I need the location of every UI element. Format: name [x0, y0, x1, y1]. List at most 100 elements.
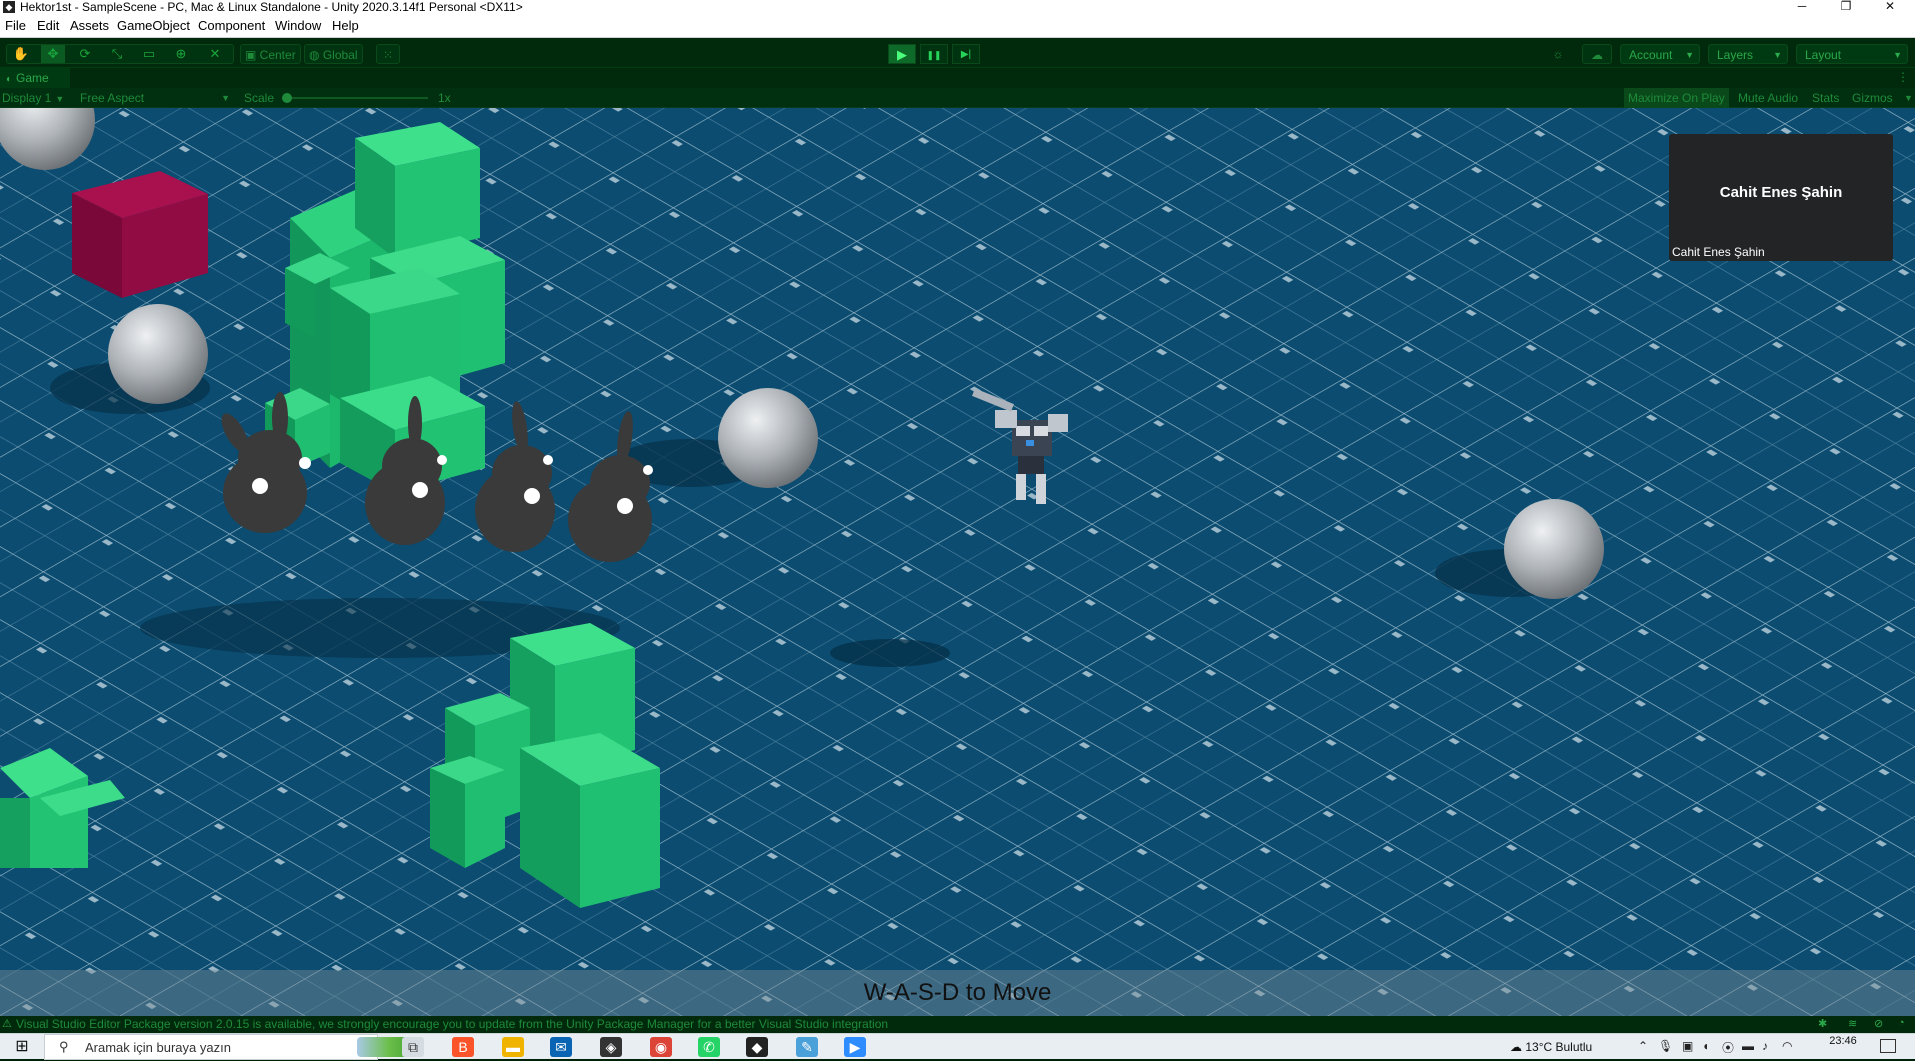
gizmos-toggle[interactable]: Gizmos — [1848, 88, 1897, 108]
scale-icon: ⤡ — [111, 46, 123, 61]
console-status-bar[interactable]: ⚠ Visual Studio Editor Package version 2… — [0, 1016, 1915, 1033]
transform-icon: ⊕ — [175, 46, 187, 61]
maximize-on-play-toggle[interactable]: Maximize On Play — [1624, 88, 1729, 108]
tab-game[interactable]: ◐ Game — [0, 68, 70, 88]
scale-tool-button[interactable]: ⤡ — [105, 45, 129, 63]
unity-icon[interactable]: ◆ — [746, 1037, 768, 1057]
scale-value: 1x — [438, 91, 451, 105]
chrome-icon[interactable]: ◉ — [650, 1037, 672, 1057]
chevron-down-icon: ▼ — [1685, 50, 1694, 60]
game-viewport[interactable]: Cahit Enes Şahin Cahit Enes Şahin W-A-S-… — [0, 108, 1915, 1016]
chevron-down-icon: ▼ — [221, 93, 230, 103]
mail-icon[interactable]: ✉ — [550, 1037, 572, 1057]
paint-icon[interactable]: ✎ — [796, 1037, 818, 1057]
search-icon: ⚲ — [59, 1039, 69, 1054]
headset-icon[interactable]: ◖ — [1702, 1039, 1709, 1053]
menu-gameobject[interactable]: GameObject — [117, 14, 190, 38]
bug-icon[interactable]: ✱ — [1818, 1017, 1827, 1030]
title-bar: ◆ Hektor1st - SampleScene - PC, Mac & Li… — [0, 0, 1915, 14]
scale-slider-track[interactable] — [286, 97, 428, 99]
microphone-icon[interactable]: 🎙 — [1658, 1039, 1673, 1053]
menu-file[interactable]: File — [5, 14, 26, 38]
menu-edit[interactable]: Edit — [37, 14, 59, 38]
unity-hub-icon[interactable]: ◈ — [600, 1037, 622, 1057]
maximize-button[interactable]: ❐ — [1824, 0, 1868, 14]
brave-icon[interactable]: B — [452, 1037, 474, 1057]
grid-snap-icon: ⁙ — [382, 48, 394, 62]
move-tool-button[interactable]: ✥ — [41, 45, 65, 63]
record-icon[interactable]: ⦿ — [1722, 1039, 1734, 1056]
pivot-mode-button[interactable]: ▣ Center — [240, 44, 301, 64]
tab-game-label: Game — [16, 71, 49, 85]
whatsapp-icon[interactable]: ✆ — [698, 1037, 720, 1057]
layers-dropdown[interactable]: Layers ▼ — [1708, 44, 1788, 64]
chevron-down-icon: ▼ — [55, 94, 65, 104]
sphere — [718, 388, 818, 488]
weather-widget[interactable]: ☁ 13°C Bulutlu — [1510, 1034, 1592, 1060]
chevron-up-icon[interactable]: ⌃ — [1638, 1039, 1648, 1053]
play-button[interactable]: ▶ — [888, 44, 916, 64]
progress-icon[interactable]: ◔ — [1898, 1017, 1905, 1029]
globe-icon: ◍ — [309, 48, 323, 62]
layers-label: Layers — [1717, 48, 1754, 62]
scale-slider-thumb[interactable] — [282, 93, 292, 103]
minimize-button[interactable]: ─ — [1780, 0, 1824, 14]
pause-icon: ❚❚ — [926, 50, 942, 60]
game-scene — [0, 108, 1915, 1016]
collab-button[interactable]: ☁ — [1582, 44, 1612, 64]
aspect-label: Free Aspect — [80, 91, 145, 105]
system-clock[interactable]: 23:46 — [1815, 1034, 1871, 1048]
pause-button[interactable]: ❚❚ — [920, 44, 948, 64]
grid-snap-button[interactable]: ⁙ — [376, 44, 400, 64]
notification-icon[interactable] — [1880, 1039, 1896, 1053]
game-view-controls: Display 1 ▼ Free Aspect ▼ Scale 1x Maximiz… — [0, 88, 1915, 108]
taskbar-search[interactable]: ⚲ Aramak için buraya yazın — [44, 1034, 421, 1060]
layout-dropdown[interactable]: Layout ▼ — [1796, 44, 1908, 64]
participant-label: Cahit Enes Şahin — [1672, 245, 1765, 259]
pivot-rotation-button[interactable]: ◍ Global — [304, 44, 363, 64]
menu-help[interactable]: Help — [332, 14, 359, 38]
volume-icon[interactable]: ♪ — [1762, 1039, 1768, 1053]
mute-audio-toggle[interactable]: Mute Audio — [1734, 88, 1802, 108]
menu-assets[interactable]: Assets — [70, 14, 109, 38]
aspect-dropdown[interactable]: Free Aspect ▼ — [80, 88, 230, 108]
transform-tool-button[interactable]: ⊕ — [169, 45, 193, 63]
scale-label: Scale — [244, 91, 275, 105]
layers-icon[interactable]: ≋ — [1848, 1017, 1857, 1030]
display-dropdown[interactable]: Display 1 ▼ — [2, 88, 64, 108]
display-icon[interactable]: ▣ — [1682, 1039, 1693, 1053]
player-shadow — [830, 639, 950, 667]
zoom-icon[interactable]: ▶ — [844, 1037, 866, 1057]
custom-tool-button[interactable]: ✕ — [203, 45, 227, 63]
window-title: Hektor1st - SampleScene - PC, Mac & Linu… — [20, 0, 523, 14]
wifi-icon[interactable]: ◠ — [1782, 1039, 1792, 1053]
windows-start-button[interactable]: ⊞ — [0, 1034, 44, 1060]
windows-taskbar: ⊞ ⚲ Aramak için buraya yazın ⧉ B ▬ ✉ ◈ ◉… — [0, 1033, 1915, 1060]
close-button[interactable]: ✕ — [1868, 0, 1912, 14]
lighting-icon[interactable]: ⊘ — [1874, 1017, 1883, 1030]
stats-toggle[interactable]: Stats — [1808, 88, 1843, 108]
rotate-tool-button[interactable]: ⟳ — [73, 45, 97, 63]
rect-tool-button[interactable]: ▭ — [137, 45, 161, 63]
unity-icon: ◆ — [3, 1, 15, 13]
step-button[interactable]: ▶| — [952, 44, 980, 64]
custom-tool-icon: ✕ — [209, 46, 221, 61]
sphere — [108, 304, 208, 404]
menu-component[interactable]: Component — [198, 14, 265, 38]
pivot-rotation-label: Global — [322, 48, 358, 62]
task-view-icon[interactable]: ⧉ — [402, 1037, 424, 1057]
tab-bar: ◐ Game ⋮ — [0, 68, 1915, 88]
sun-icon: ☼ — [1552, 47, 1564, 61]
pivot-mode-label: Center — [259, 48, 296, 62]
services-button[interactable]: ☼ — [1546, 44, 1570, 64]
chevron-down-icon: ▼ — [1893, 50, 1902, 60]
file-explorer-icon[interactable]: ▬ — [502, 1037, 524, 1057]
camera-icon[interactable]: ▬ — [1742, 1039, 1754, 1053]
hand-tool-button[interactable]: ✋ — [9, 45, 33, 63]
menu-window[interactable]: Window — [275, 14, 321, 38]
status-message: Visual Studio Editor Package version 2.0… — [16, 1017, 889, 1031]
chevron-down-icon[interactable]: ▼ — [1900, 88, 1915, 108]
account-dropdown[interactable]: Account ▼ — [1620, 44, 1700, 64]
account-label: Account — [1629, 48, 1673, 62]
kebab-menu-icon[interactable]: ⋮ — [1897, 70, 1909, 84]
